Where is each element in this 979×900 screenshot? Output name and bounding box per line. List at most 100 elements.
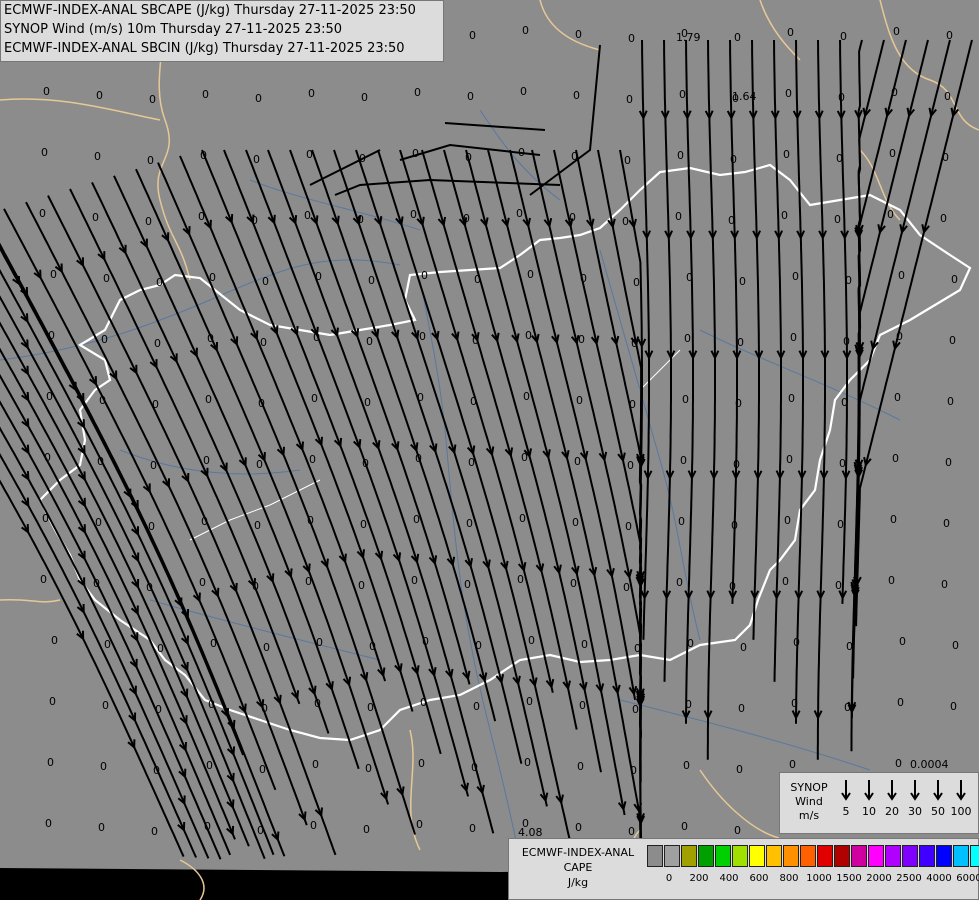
cin-value-label: 0 xyxy=(951,273,958,286)
cin-value-label: 0 xyxy=(890,513,897,526)
cin-value-label: 0 xyxy=(892,452,899,465)
cin-value-label: 0 xyxy=(93,577,100,590)
cin-value-label: 0 xyxy=(210,637,217,650)
cape-color-swatch xyxy=(868,845,884,867)
wind-legend: SYNOP Wind m/s 5 10 20 30 50 100 xyxy=(779,772,979,834)
cin-value-label: 0 xyxy=(686,271,693,284)
cin-value-label: 0 xyxy=(252,580,259,593)
cin-value-label: 0 xyxy=(887,208,894,221)
cin-value-label: 0 xyxy=(524,756,531,769)
cin-value-label: 0 xyxy=(633,276,640,289)
title-sbcape: ECMWF-INDEX-ANAL SBCAPE (J/kg) Thursday … xyxy=(4,3,416,18)
cin-value-label: 0 xyxy=(259,763,266,776)
cin-value-label: 0 xyxy=(366,335,373,348)
cin-value-label: 0 xyxy=(845,274,852,287)
cin-value-label: 0 xyxy=(39,207,46,220)
cin-value-label: 0 xyxy=(201,515,208,528)
wind-legend-speed: 100 xyxy=(950,805,972,818)
cin-value-label: 0 xyxy=(898,269,905,282)
cin-value-label: 0 xyxy=(517,573,524,586)
cin-value-label: 0 xyxy=(527,268,534,281)
cape-tick-label: 200 xyxy=(689,873,709,884)
cape-color-swatch xyxy=(851,845,867,867)
cin-value-label: 0 xyxy=(684,332,691,345)
cin-value-label: 0 xyxy=(681,820,688,833)
cape-color-swatch xyxy=(902,845,918,867)
cin-value-label: 0 xyxy=(632,703,639,716)
title-sbcin: ECMWF-INDEX-ANAL SBCIN (J/kg) Thursday 2… xyxy=(4,41,405,56)
cin-value-label: 0 xyxy=(469,822,476,835)
cin-value-label: 0 xyxy=(357,213,364,226)
map-title-box: ECMWF-INDEX-ANAL SBCAPE (J/kg) Thursday … xyxy=(0,0,444,62)
cin-value-label: 0 xyxy=(525,329,532,342)
cin-value-label: 0 xyxy=(368,274,375,287)
cape-tick-label: 800 xyxy=(779,873,799,884)
cin-value-label: 0 xyxy=(896,330,903,343)
cin-value-label: 0 xyxy=(844,701,851,714)
cin-value-label: 0 xyxy=(889,147,896,160)
cin-value-label: 0 xyxy=(576,394,583,407)
cin-value-label: 0 xyxy=(949,334,956,347)
cin-value-label: 0 xyxy=(50,268,57,281)
cin-value-label: 0 xyxy=(622,215,629,228)
cape-tick-label: 2000 xyxy=(866,873,892,884)
cape-legend: ECMWF-INDEX-ANAL CAPE J/kg 0 200 400 600 800… xyxy=(508,838,979,900)
cin-value-label: 0 xyxy=(574,455,581,468)
cin-value-label: 0 xyxy=(146,581,153,594)
cin-value-label: 0 xyxy=(528,634,535,647)
cape-color-swatch xyxy=(800,845,816,867)
cin-value-label: 0 xyxy=(103,272,110,285)
cin-value-label: 0 xyxy=(468,456,475,469)
cin-value-label: 0 xyxy=(358,579,365,592)
title-synop-wind: SYNOP Wind (m/s) 10m Thursday 27-11-2025… xyxy=(4,22,343,37)
cin-value-label: 0 xyxy=(572,516,579,529)
cin-value-label: 0 xyxy=(835,579,842,592)
cin-value-label: 0 xyxy=(147,154,154,167)
cape-tick-label: 4000 xyxy=(926,873,952,884)
cin-value-label: 0 xyxy=(411,574,418,587)
cin-value-label: 0 xyxy=(92,211,99,224)
cin-value-label: 0 xyxy=(40,573,47,586)
cin-value-label: 0 xyxy=(97,455,104,468)
cin-value-label: 0 xyxy=(470,395,477,408)
cin-value-label: 0 xyxy=(316,636,323,649)
cin-value-label: 0 xyxy=(419,330,426,343)
wind-legend-line2: Wind xyxy=(795,795,823,808)
cin-value-label: 0 xyxy=(311,392,318,405)
station-value: 0.0004 xyxy=(910,758,949,771)
cape-color-swatch xyxy=(766,845,782,867)
cin-value-label: 0 xyxy=(628,32,635,45)
cin-value-label: 0 xyxy=(420,696,427,709)
wind-legend-arrow: 10 xyxy=(857,779,881,818)
cin-value-label: 0 xyxy=(791,697,798,710)
cin-value-label: 0 xyxy=(897,696,904,709)
cin-value-label: 0 xyxy=(202,88,209,101)
cin-value-label: 0 xyxy=(466,517,473,530)
cin-value-label: 0 xyxy=(947,395,954,408)
cin-value-label: 0 xyxy=(792,270,799,283)
cape-tick-label: 400 xyxy=(719,873,739,884)
cin-value-label: 0 xyxy=(573,89,580,102)
cin-value-label: 0 xyxy=(148,520,155,533)
cin-value-label: 0 xyxy=(578,333,585,346)
cin-value-label: 0 xyxy=(634,642,641,655)
cin-value-label: 0 xyxy=(157,642,164,655)
cape-color-swatch xyxy=(817,845,833,867)
cape-color-swatch xyxy=(698,845,714,867)
cin-value-label: 0 xyxy=(152,398,159,411)
cin-value-label: 0 xyxy=(208,698,215,711)
wind-legend-label: SYNOP Wind m/s xyxy=(783,781,835,823)
cin-value-label: 0 xyxy=(308,87,315,100)
wind-legend-speed: 50 xyxy=(931,805,945,818)
cin-value-label: 0 xyxy=(523,390,530,403)
cin-value-label: 0 xyxy=(263,641,270,654)
cin-value-label: 0 xyxy=(685,698,692,711)
cape-tick-labels: 0 200 400 600 800 1000 1500 2000 2500 4000 6000 xyxy=(647,873,979,887)
cin-value-label: 0 xyxy=(521,451,528,464)
cin-value-label: 0 xyxy=(47,756,54,769)
cin-value-label: 0 xyxy=(200,149,207,162)
cin-value-label: 0 xyxy=(363,823,370,836)
cin-value-label: 0 xyxy=(838,91,845,104)
cape-tick-label: 0 xyxy=(665,873,673,884)
cin-value-label: 0 xyxy=(738,702,745,715)
